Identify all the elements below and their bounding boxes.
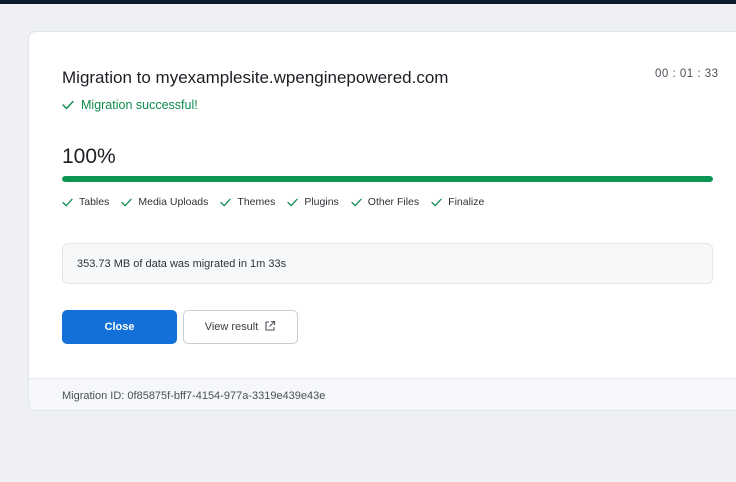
check-icon	[220, 198, 232, 207]
progress-percent: 100%	[62, 145, 116, 168]
step-label: Tables	[79, 196, 110, 208]
check-icon	[351, 198, 362, 207]
step-themes: Themes	[220, 196, 275, 208]
progress-bar	[62, 176, 713, 182]
step-media-uploads: Media Uploads	[121, 196, 208, 208]
check-icon	[431, 198, 442, 207]
check-icon	[62, 100, 74, 110]
migration-summary-text: 353.73 MB of data was migrated in 1m 33s	[77, 257, 287, 270]
step-tables: Tables	[62, 196, 109, 208]
external-link-icon	[264, 320, 276, 335]
view-result-button[interactable]: View result	[183, 310, 298, 344]
step-label: Themes	[237, 196, 276, 208]
step-label: Media Uploads	[138, 196, 209, 208]
step-label: Plugins	[304, 196, 339, 208]
view-result-label: View result	[204, 321, 259, 333]
step-other-files: Other Files	[351, 196, 419, 208]
migration-title: Migration to myexamplesite.wpenginepower…	[62, 68, 449, 87]
close-button[interactable]: Close	[62, 310, 177, 344]
migration-status-text: Migration successful!	[81, 98, 198, 112]
step-label: Finalize	[448, 196, 485, 208]
migration-steps: Tables Media Uploads Themes Plugins Othe…	[62, 196, 484, 208]
card-footer: Migration ID: 0f85875f-bff7-4154-977a-33…	[29, 378, 736, 410]
step-label: Other Files	[367, 196, 420, 208]
check-icon	[62, 198, 73, 207]
check-icon	[121, 198, 132, 207]
step-plugins: Plugins	[287, 196, 339, 208]
progress-bar-fill	[62, 176, 713, 182]
elapsed-timer: 00 : 01 : 33	[655, 68, 719, 80]
migration-summary: 353.73 MB of data was migrated in 1m 33s	[62, 243, 713, 284]
migration-id: Migration ID: 0f85875f-bff7-4154-977a-33…	[62, 389, 326, 402]
top-bar	[0, 0, 736, 4]
check-icon	[287, 198, 298, 207]
migration-card: Migration to myexamplesite.wpenginepower…	[28, 31, 736, 411]
migration-status: Migration successful!	[62, 98, 198, 112]
step-finalize: Finalize	[431, 196, 484, 208]
